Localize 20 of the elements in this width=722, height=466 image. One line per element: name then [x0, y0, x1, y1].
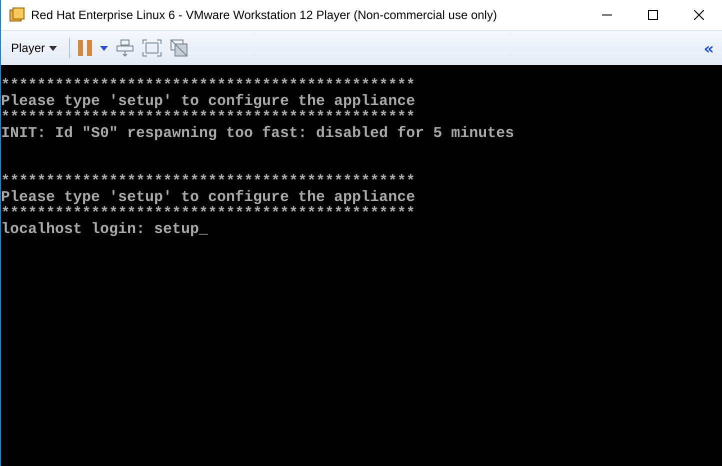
app-icon [9, 7, 25, 23]
console-line: ********************************************** [1, 206, 416, 222]
caret-icon [49, 46, 58, 50]
unity-icon[interactable] [170, 39, 188, 57]
pause-icon[interactable] [78, 40, 92, 56]
dropdown-icon[interactable] [100, 46, 108, 50]
console-line: ********************************************** [1, 174, 416, 190]
collapse-button[interactable]: « [704, 38, 714, 58]
console-line: Please type 'setup' to configure the appliance [1, 94, 416, 110]
window-title: Red Hat Enterprise Linux 6 - VMware Workstation 12 Player (Non-commercial use only) [31, 8, 498, 22]
console-line: ********************************************** [1, 110, 416, 126]
console-line: localhost login: setup_ [1, 222, 208, 238]
close-icon [694, 10, 704, 20]
fullscreen-icon[interactable] [142, 39, 162, 57]
player-menu[interactable]: Player [7, 39, 62, 57]
console-line: Please type 'setup' to configure the appliance [1, 190, 416, 206]
keyboard-icon[interactable] [116, 39, 134, 57]
maximize-icon [648, 10, 658, 20]
console-line: INIT: Id "S0" respawning too fast: disabled for 5 minutes [1, 126, 514, 142]
console-line: ********************************************** [1, 78, 416, 94]
